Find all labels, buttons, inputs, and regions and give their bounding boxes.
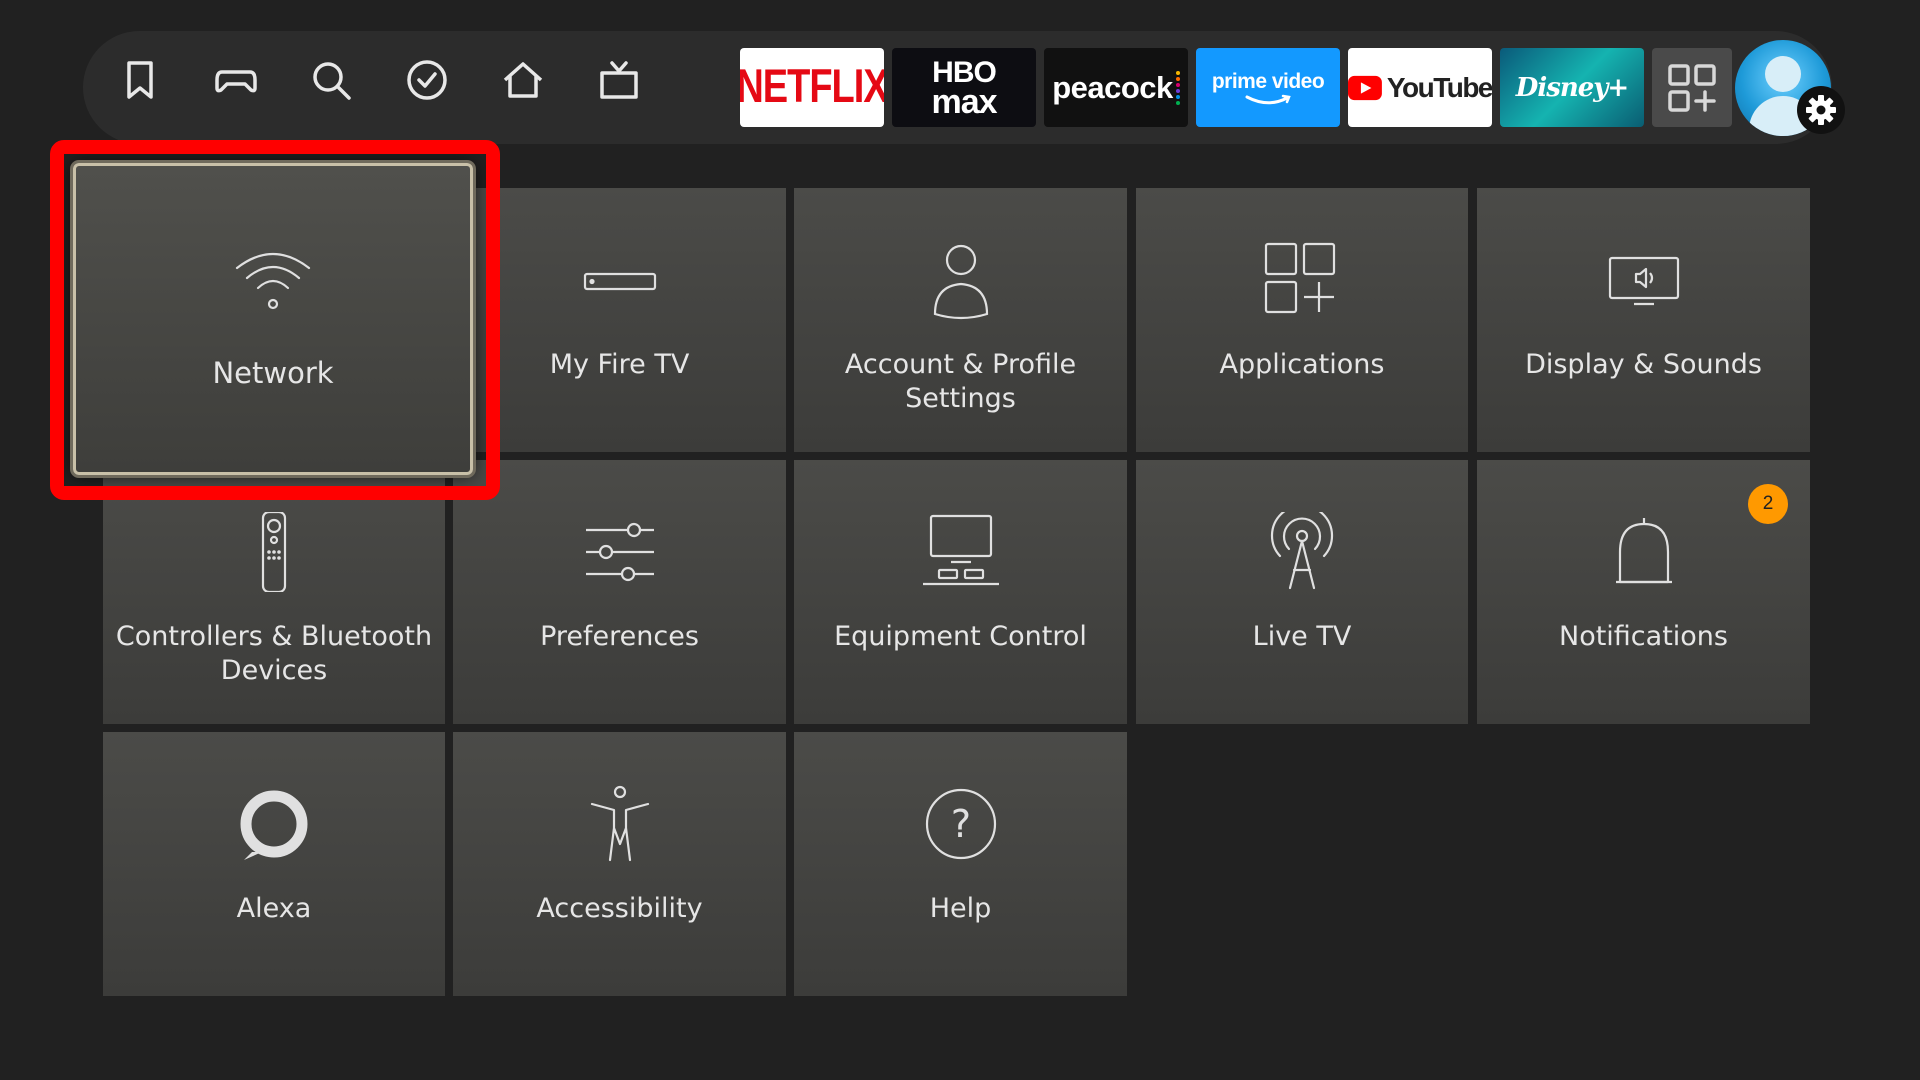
- bell-icon: [1477, 512, 1810, 592]
- help-icon: ?: [794, 784, 1127, 864]
- max-logo-text: max: [931, 82, 997, 121]
- peacock-dots-icon: [1175, 70, 1180, 105]
- bookmark-icon[interactable]: [116, 56, 164, 104]
- peacock-logo-text: peacock: [1052, 69, 1173, 105]
- home-icon[interactable]: [499, 56, 547, 104]
- youtube-logo-text: YouTube: [1386, 71, 1492, 103]
- apps-grid-icon: [1136, 240, 1468, 320]
- search-icon[interactable]: [307, 56, 355, 104]
- equipment-control-label: Equipment Control: [834, 621, 1087, 652]
- accessibility-icon: [453, 784, 786, 864]
- app-grid-icon: [1668, 63, 1716, 112]
- all-apps-button[interactable]: [1652, 48, 1732, 127]
- remote-icon: [103, 512, 445, 592]
- gear-icon: [1806, 95, 1836, 125]
- alexa-label: Alexa: [236, 893, 312, 924]
- youtube-play-icon: [1348, 75, 1382, 100]
- hbo-max-app-tile[interactable]: HBO max: [892, 48, 1036, 127]
- account-profile-settings-tile[interactable]: Account & Profile Settings: [794, 188, 1127, 452]
- svg-text:?: ?: [950, 802, 970, 846]
- checkmark-circle-icon[interactable]: [403, 56, 451, 104]
- disney-plus-logo-text: Disney+: [1515, 72, 1629, 103]
- settings-gear-icon[interactable]: [1797, 86, 1845, 134]
- sliders-icon: [453, 512, 786, 592]
- preferences-label: Preferences: [540, 621, 699, 652]
- avatar-head: [1765, 56, 1801, 92]
- wifi-icon: [76, 240, 470, 320]
- gamepad-icon[interactable]: [212, 56, 260, 104]
- network-label: Network: [212, 356, 334, 390]
- tv-icon[interactable]: [595, 56, 643, 104]
- my-fire-tv-label: My Fire TV: [549, 349, 690, 380]
- antenna-icon: [1136, 512, 1468, 592]
- prime-smile-icon: [1245, 94, 1291, 104]
- controllers-bluetooth-tile[interactable]: Controllers & Bluetooth Devices: [103, 460, 445, 724]
- network-tile[interactable]: Network: [73, 163, 473, 475]
- display-sounds-label: Display & Sounds: [1525, 349, 1762, 380]
- my-fire-tv-tile[interactable]: My Fire TV: [453, 188, 786, 452]
- equipment-icon: [794, 512, 1127, 592]
- notifications-count-badge: 2: [1748, 484, 1788, 524]
- account-profile-settings-label: Account & Profile Settings: [844, 349, 1077, 414]
- display-sounds-tile[interactable]: Display & Sounds: [1477, 188, 1810, 452]
- alexa-tile[interactable]: Alexa: [103, 732, 445, 996]
- help-tile[interactable]: ? Help: [794, 732, 1127, 996]
- equipment-control-tile[interactable]: Equipment Control: [794, 460, 1127, 724]
- accessibility-tile[interactable]: Accessibility: [453, 732, 786, 996]
- user-icon: [794, 240, 1127, 320]
- prime-video-app-tile[interactable]: prime video: [1196, 48, 1340, 127]
- youtube-app-tile[interactable]: YouTube: [1348, 48, 1492, 127]
- help-label: Help: [929, 893, 992, 924]
- prime-video-logo-text: prime video: [1211, 69, 1325, 93]
- fire-tv-device-icon: [453, 240, 786, 320]
- live-tv-tile[interactable]: Live TV: [1136, 460, 1468, 724]
- applications-label: Applications: [1219, 349, 1385, 380]
- notifications-tile[interactable]: 2 Notifications: [1477, 460, 1810, 724]
- preferences-tile[interactable]: Preferences: [453, 460, 786, 724]
- peacock-app-tile[interactable]: peacock: [1044, 48, 1188, 127]
- accessibility-label: Accessibility: [536, 893, 703, 924]
- notifications-label: Notifications: [1559, 621, 1728, 652]
- controllers-bluetooth-label: Controllers & Bluetooth Devices: [115, 621, 433, 686]
- monitor-sound-icon: [1477, 240, 1810, 320]
- live-tv-label: Live TV: [1252, 621, 1352, 652]
- netflix-app-tile[interactable]: NETFLIX: [740, 48, 884, 127]
- alexa-icon: [103, 784, 445, 864]
- disney-plus-app-tile[interactable]: Disney+: [1500, 48, 1644, 127]
- applications-tile[interactable]: Applications: [1136, 188, 1468, 452]
- netflix-logo-text: NETFLIX: [740, 60, 884, 114]
